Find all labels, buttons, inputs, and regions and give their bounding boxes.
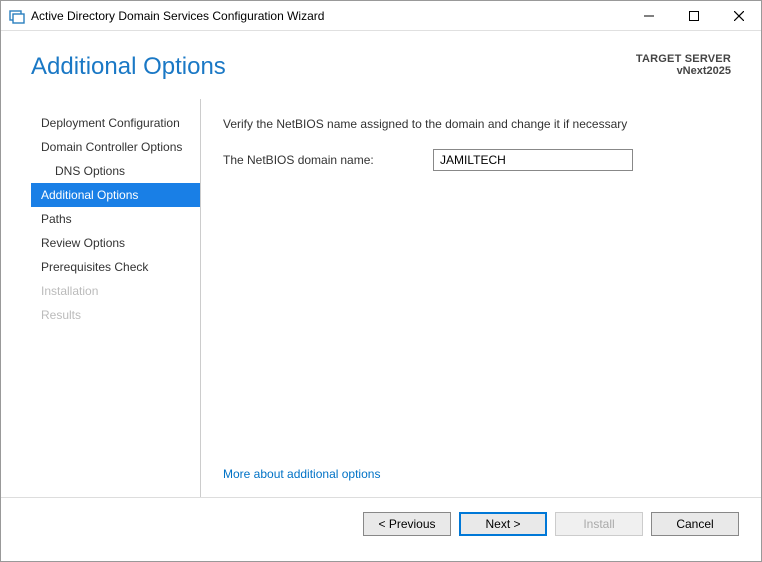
target-server-name: vNext2025 — [636, 65, 731, 77]
netbios-field-row: The NetBIOS domain name: — [223, 149, 733, 171]
nav-additional-options[interactable]: Additional Options — [31, 183, 200, 207]
netbios-input[interactable] — [433, 149, 633, 171]
app-icon — [9, 8, 25, 24]
nav-domain-controller-options[interactable]: Domain Controller Options — [31, 135, 200, 159]
target-server-label: TARGET SERVER — [636, 53, 731, 65]
content-pane: Verify the NetBIOS name assigned to the … — [201, 99, 761, 497]
titlebar: Active Directory Domain Services Configu… — [1, 1, 761, 31]
previous-button[interactable]: < Previous — [363, 512, 451, 536]
nav-deployment-configuration[interactable]: Deployment Configuration — [31, 111, 200, 135]
page-title: Additional Options — [31, 53, 226, 81]
more-about-link[interactable]: More about additional options — [223, 467, 733, 481]
window-controls — [626, 1, 761, 30]
nav-paths[interactable]: Paths — [31, 207, 200, 231]
maximize-button[interactable] — [671, 1, 716, 30]
body: Deployment Configuration Domain Controll… — [1, 99, 761, 497]
nav-dns-options[interactable]: DNS Options — [31, 159, 200, 183]
spacer — [223, 171, 733, 467]
header: Additional Options TARGET SERVER vNext20… — [1, 31, 761, 99]
instruction-text: Verify the NetBIOS name assigned to the … — [223, 117, 733, 131]
minimize-button[interactable] — [626, 1, 671, 30]
close-button[interactable] — [716, 1, 761, 30]
window-title: Active Directory Domain Services Configu… — [31, 9, 626, 23]
next-button[interactable]: Next > — [459, 512, 547, 536]
cancel-button[interactable]: Cancel — [651, 512, 739, 536]
netbios-label: The NetBIOS domain name: — [223, 153, 413, 167]
wizard-nav: Deployment Configuration Domain Controll… — [31, 99, 201, 497]
nav-prerequisites-check[interactable]: Prerequisites Check — [31, 255, 200, 279]
footer: < Previous Next > Install Cancel — [1, 497, 761, 550]
nav-results: Results — [31, 303, 200, 327]
nav-review-options[interactable]: Review Options — [31, 231, 200, 255]
target-server-info: TARGET SERVER vNext2025 — [636, 53, 731, 77]
install-button: Install — [555, 512, 643, 536]
nav-installation: Installation — [31, 279, 200, 303]
